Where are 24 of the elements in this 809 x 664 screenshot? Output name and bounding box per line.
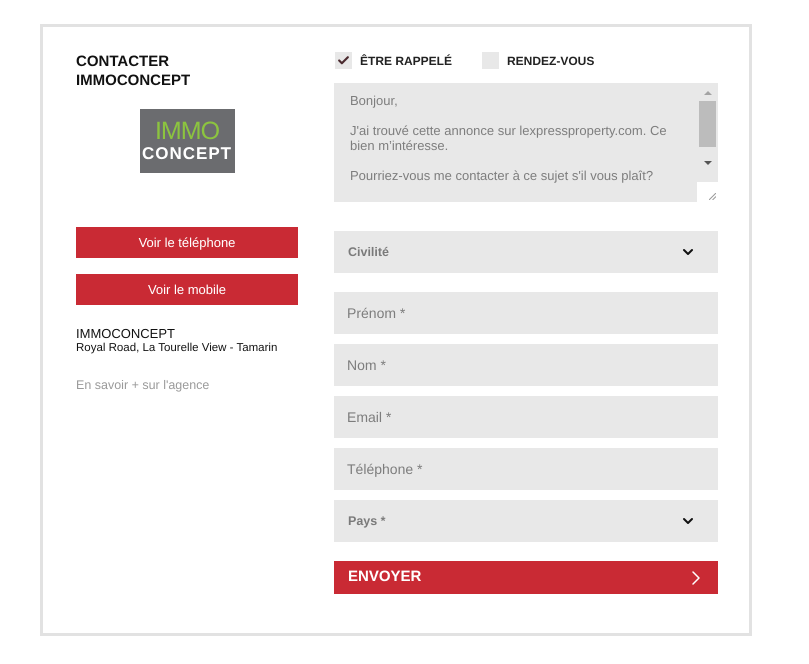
- checkbox[interactable]: [335, 52, 352, 69]
- dropdown-select[interactable]: Pays *: [334, 500, 718, 542]
- agency-name: IMMOCONCEPT: [76, 326, 176, 341]
- resize-grip-icon[interactable]: [709, 193, 716, 200]
- checkbox-label: RENDEZ-VOUS: [507, 52, 594, 70]
- scroll-up-icon[interactable]: [704, 91, 712, 95]
- input-field[interactable]: Prénom *: [334, 292, 718, 334]
- contact-action-button[interactable]: Voir le mobile: [76, 274, 298, 305]
- logo-text: CONCEPT: [142, 144, 232, 164]
- dropdown-select[interactable]: Civilité: [334, 231, 718, 273]
- agency-link[interactable]: En savoir + sur l'agence: [76, 376, 210, 395]
- logo-text: IMMO: [154, 118, 220, 144]
- scrollbar-thumb[interactable]: [699, 101, 716, 147]
- input-field[interactable]: Nom *: [334, 344, 718, 386]
- contact-action-button[interactable]: Voir le téléphone: [76, 227, 298, 258]
- input-field[interactable]: Email *: [334, 396, 718, 438]
- message-textarea[interactable]: Bonjour, J'ai trouvé cette annonce sur lexpressproperty.com. Ce bien m’intéresse. Pourriez-vous me contacter à ce sujet s'il vous plaît?: [334, 83, 718, 202]
- send-button[interactable]: ENVOYER: [334, 561, 718, 594]
- checkbox-label: ÊTRE RAPPELÉ: [360, 52, 452, 70]
- input-field[interactable]: Téléphone *: [334, 448, 718, 490]
- scroll-down-icon[interactable]: [704, 161, 712, 165]
- checkmark-icon: [337, 54, 350, 67]
- contact-heading: CONTACTER IMMOCONCEPT: [76, 52, 192, 90]
- agency-address: Royal Road, La Tourelle View - Tamarin: [76, 341, 278, 356]
